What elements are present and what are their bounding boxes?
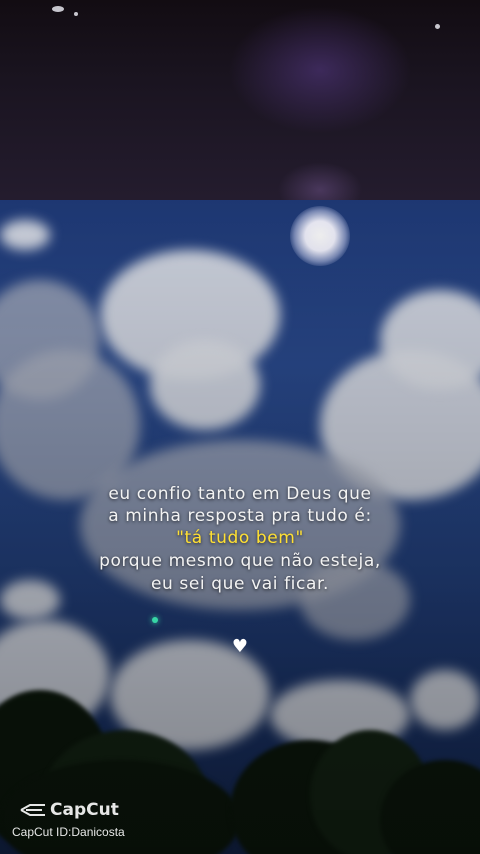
capcut-logo-icon	[20, 804, 45, 816]
light-speck	[52, 6, 64, 12]
light-speck	[435, 24, 440, 29]
quote-line-highlight: "tá tudo bem"	[176, 528, 304, 548]
quote-line-2: a minha resposta pra tudo é:	[108, 506, 372, 526]
quote-line-4: porque mesmo que não esteja,	[99, 551, 381, 571]
capcut-watermark: CapCut	[20, 800, 119, 820]
light-speck	[74, 12, 78, 16]
capcut-id-text: CapCut ID:Danicosta	[12, 825, 125, 839]
heart-icon: ♥	[231, 636, 249, 657]
sparkle-dot	[152, 617, 158, 623]
top-dark-band	[0, 0, 480, 200]
capcut-brand-text: CapCut	[50, 800, 119, 820]
quote-line-1: eu confio tanto em Deus que	[108, 484, 372, 504]
quote-line-5: eu sei que vai ficar.	[150, 574, 330, 594]
sky-photo	[0, 200, 480, 854]
dark-overlay	[0, 200, 480, 854]
